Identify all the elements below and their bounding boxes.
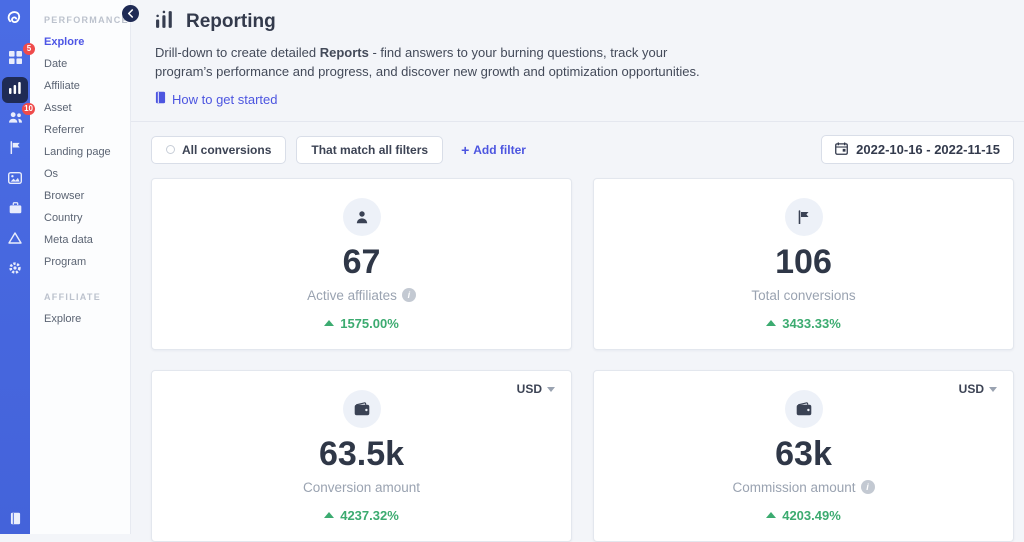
book-icon xyxy=(155,91,166,107)
active-affiliates-value: 67 xyxy=(342,242,381,281)
rail-item-campaigns[interactable] xyxy=(2,137,28,163)
rail-item-payouts[interactable] xyxy=(2,197,28,223)
conversion-currency-select[interactable]: USD xyxy=(517,382,555,396)
filter-bar: All conversions That match all filters +… xyxy=(131,122,1024,164)
rail-item-dashboard[interactable]: 5 xyxy=(2,43,35,73)
conversions-dot-icon xyxy=(166,145,175,154)
sidebar-item-affiliate[interactable]: Affiliate xyxy=(30,75,130,97)
wallet-icon xyxy=(342,389,381,428)
trend-up-icon xyxy=(766,512,777,518)
book-icon xyxy=(10,512,21,530)
commission-currency-select[interactable]: USD xyxy=(959,382,997,396)
rail-item-help[interactable] xyxy=(0,512,30,530)
page-header: Reporting Drill-down to create detailed … xyxy=(131,0,1024,122)
stat-card-total-conversions: 106 Total conversions 3433.33% xyxy=(593,178,1014,350)
commission-amount-label: Commission amount xyxy=(732,480,875,495)
trend-up-icon xyxy=(766,320,777,326)
how-to-get-started-link[interactable]: How to get started xyxy=(155,91,278,107)
rail-item-funnel[interactable] xyxy=(2,227,28,253)
gear-icon xyxy=(8,261,22,280)
date-range-picker[interactable]: 2022-10-16 - 2022-11-15 xyxy=(821,135,1014,164)
sidebar-section-performance: PERFORMANCE xyxy=(44,15,129,25)
info-icon[interactable] xyxy=(401,288,416,302)
wallet-icon xyxy=(784,389,823,428)
total-conversions-change: 3433.33% xyxy=(766,316,841,331)
total-conversions-label: Total conversions xyxy=(751,287,856,303)
tapfiliate-logo-icon xyxy=(5,8,25,33)
icon-rail: 5 10 xyxy=(0,0,35,534)
dashboard-grid-icon xyxy=(8,51,22,69)
rail-item-assets[interactable] xyxy=(2,167,28,193)
plus-icon: + xyxy=(461,141,470,158)
person-icon xyxy=(342,197,381,236)
how-to-get-started-label: How to get started xyxy=(172,91,278,107)
sidebar-item-explore[interactable]: Explore xyxy=(30,31,130,53)
sidebar-item-meta-data[interactable]: Meta data xyxy=(30,229,130,251)
chevron-down-icon xyxy=(989,386,997,392)
page-title: Reporting xyxy=(186,11,276,32)
conversion-amount-value: 63.5k xyxy=(318,434,405,473)
rail-nav: 5 10 xyxy=(0,43,35,283)
trend-up-icon xyxy=(324,512,335,518)
stat-card-commission-amount: USD 63k Commission amount 4203.49% xyxy=(593,370,1014,542)
chevron-down-icon xyxy=(547,386,555,392)
active-affiliates-label: Active affiliates xyxy=(307,288,416,303)
dashboard-badge: 5 xyxy=(23,43,35,55)
add-filter-button[interactable]: + Add filter xyxy=(461,142,526,158)
bar-chart-icon xyxy=(8,81,22,100)
reporting-chart-icon xyxy=(155,10,176,34)
sidebar-item-asset[interactable]: Asset xyxy=(30,97,130,119)
calendar-icon xyxy=(835,141,849,158)
image-icon xyxy=(7,171,23,189)
sidebar-item-referrer[interactable]: Referrer xyxy=(30,119,130,141)
sidebar: PERFORMANCE Explore Date Affiliate Asset… xyxy=(30,0,131,534)
add-filter-label: Add filter xyxy=(473,142,526,157)
users-icon xyxy=(8,111,23,129)
sidebar-item-affiliate-explore[interactable]: Explore xyxy=(30,308,130,330)
app-logo[interactable] xyxy=(0,0,30,33)
active-affiliates-change: 1575.00% xyxy=(324,316,399,331)
briefcase-icon xyxy=(9,201,22,219)
stat-cards-grid: 67 Active affiliates 1575.00% 106 Total … xyxy=(131,164,1024,542)
conversion-amount-change: 4237.32% xyxy=(324,508,399,523)
conversions-scope-label: All conversions xyxy=(182,142,272,157)
flag-icon xyxy=(9,141,22,159)
page-description: Drill-down to create detailed Reports - … xyxy=(155,45,700,79)
match-filters-label: That match all filters xyxy=(311,142,429,157)
info-icon[interactable] xyxy=(860,480,875,494)
date-range-label: 2022-10-16 - 2022-11-15 xyxy=(856,142,1000,157)
main-content: Reporting Drill-down to create detailed … xyxy=(122,0,1024,542)
sidebar-item-browser[interactable]: Browser xyxy=(30,185,130,207)
rail-item-reports[interactable] xyxy=(2,77,28,103)
triangle-prism-icon xyxy=(8,231,22,249)
chevron-left-icon xyxy=(127,6,134,21)
sidebar-item-os[interactable]: Os xyxy=(30,163,130,185)
sidebar-section-affiliate: AFFILIATE xyxy=(44,292,102,302)
commission-amount-change: 4203.49% xyxy=(766,508,841,523)
trend-up-icon xyxy=(324,320,335,326)
commission-amount-value: 63k xyxy=(775,434,832,473)
sidebar-item-landing-page[interactable]: Landing page xyxy=(30,141,130,163)
sidebar-item-country[interactable]: Country xyxy=(30,207,130,229)
stat-card-active-affiliates: 67 Active affiliates 1575.00% xyxy=(151,178,572,350)
affiliates-badge: 10 xyxy=(22,103,35,115)
stat-card-conversion-amount: USD 63.5k Conversion amount 4237.32% xyxy=(151,370,572,542)
rail-item-settings[interactable] xyxy=(2,257,28,283)
conversions-scope-button[interactable]: All conversions xyxy=(151,135,287,164)
match-filters-button[interactable]: That match all filters xyxy=(296,135,444,164)
flag-icon xyxy=(784,197,823,236)
total-conversions-value: 106 xyxy=(775,242,832,281)
sidebar-item-program[interactable]: Program xyxy=(30,251,130,273)
conversion-amount-label: Conversion amount xyxy=(302,479,421,495)
rail-item-affiliates[interactable]: 10 xyxy=(2,103,35,133)
collapse-sidebar-button[interactable] xyxy=(122,5,139,22)
sidebar-item-date[interactable]: Date xyxy=(30,53,130,75)
